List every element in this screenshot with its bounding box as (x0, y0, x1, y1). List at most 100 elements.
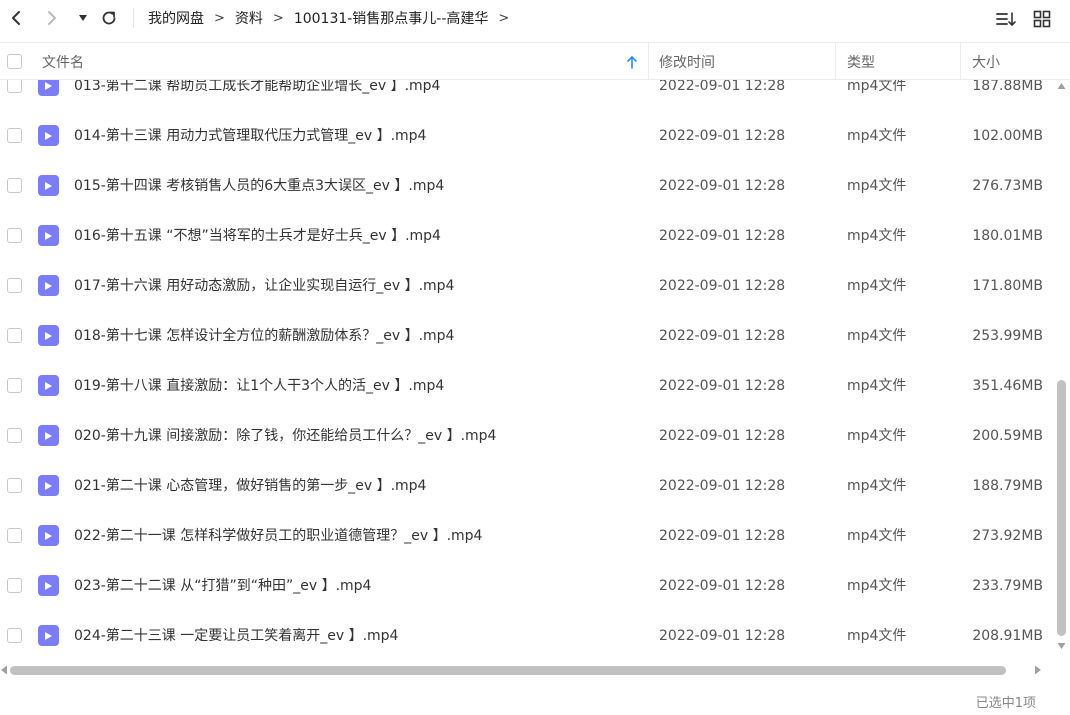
file-row[interactable]: 020-第十九课 间接激励：除了钱，你还能给员工什么？_ev 】.mp4 2022… (0, 411, 1056, 461)
video-file-icon (38, 625, 59, 646)
select-all-checkbox[interactable] (7, 54, 22, 69)
file-size: 208.91MB (972, 628, 1043, 644)
file-row[interactable]: 022-第二十一课 怎样科学做好员工的职业道德管理？_ev 】.mp4 2022-… (0, 511, 1056, 561)
forward-button[interactable] (41, 7, 63, 29)
file-modified: 2022-09-01 12:28 (659, 478, 786, 494)
file-modified: 2022-09-01 12:28 (659, 228, 786, 244)
back-button[interactable] (5, 7, 27, 29)
header-size-label: 大小 (972, 54, 1000, 71)
file-row[interactable]: 017-第十六课 用好动态激励，让企业实现自运行_ev 】.mp4 2022-09… (0, 261, 1056, 311)
header-type-label: 类型 (847, 54, 875, 71)
video-file-icon (38, 575, 59, 596)
row-checkbox[interactable] (7, 528, 22, 543)
file-name[interactable]: 019-第十八课 直接激励：让1个人干3个人的活_ev 】.mp4 (74, 361, 444, 411)
file-modified: 2022-09-01 12:28 (659, 528, 786, 544)
row-checkbox[interactable] (7, 278, 22, 293)
file-type: mp4文件 (847, 228, 907, 244)
row-checkbox[interactable] (7, 128, 22, 143)
file-modified: 2022-09-01 12:28 (659, 378, 786, 394)
header-size[interactable]: 大小 (972, 43, 1000, 80)
history-dropdown-button[interactable] (74, 7, 92, 29)
file-row[interactable]: 013-第十二课 帮助员工成长才能帮助企业增长_ev 】.mp4 2022-09-… (0, 80, 1056, 111)
file-name[interactable]: 014-第十三课 用动力式管理取代压力式管理_ev 】.mp4 (74, 111, 426, 161)
file-type: mp4文件 (847, 80, 907, 94)
file-type: mp4文件 (847, 128, 907, 144)
scroll-left-icon[interactable] (0, 665, 8, 675)
horizontal-scrollbar[interactable] (0, 662, 1054, 678)
file-modified: 2022-09-01 12:28 (659, 178, 786, 194)
column-divider[interactable] (960, 43, 961, 80)
breadcrumb-item-current[interactable]: 100131-销售那点事儿--高建华 (294, 8, 489, 28)
scroll-right-icon[interactable] (1034, 665, 1042, 675)
vertical-scroll-thumb[interactable] (1057, 380, 1066, 636)
file-type: mp4文件 (847, 178, 907, 194)
video-file-icon (38, 525, 59, 546)
file-type: mp4文件 (847, 478, 907, 494)
file-name[interactable]: 021-第二十课 心态管理，做好销售的第一步_ev 】.mp4 (74, 461, 426, 511)
column-divider[interactable] (835, 43, 836, 80)
file-modified: 2022-09-01 12:28 (659, 278, 786, 294)
breadcrumb-item-folder[interactable]: 资料 (235, 8, 263, 28)
row-checkbox[interactable] (7, 428, 22, 443)
file-row[interactable]: 023-第二十二课 从“打猎”到“种田”_ev 】.mp4 2022-09-01 … (0, 561, 1056, 611)
file-name[interactable]: 017-第十六课 用好动态激励，让企业实现自运行_ev 】.mp4 (74, 261, 454, 311)
file-size: 273.92MB (972, 528, 1043, 544)
row-checkbox[interactable] (7, 328, 22, 343)
selection-status: 已选中1项 (975, 696, 1036, 711)
file-type: mp4文件 (847, 578, 907, 594)
file-name[interactable]: 023-第二十二课 从“打猎”到“种田”_ev 】.mp4 (74, 561, 371, 611)
file-list: 013-第十二课 帮助员工成长才能帮助企业增长_ev 】.mp4 2022-09-… (0, 80, 1056, 660)
row-checkbox[interactable] (7, 628, 22, 643)
sort-button[interactable] (994, 7, 1018, 31)
caret-down-icon (79, 15, 87, 21)
file-row[interactable]: 021-第二十课 心态管理，做好销售的第一步_ev 】.mp4 2022-09-0… (0, 461, 1056, 511)
file-name[interactable]: 015-第十四课 考核销售人员的6大重点3大误区_ev 】.mp4 (74, 161, 444, 211)
column-header: 文件名 修改时间 类型 大小 (0, 42, 1070, 80)
file-name[interactable]: 024-第二十三课 一定要让员工笑着离开_ev 】.mp4 (74, 611, 398, 660)
row-checkbox[interactable] (7, 378, 22, 393)
top-toolbar: 我的网盘 > 资料 > 100131-销售那点事儿--高建华 > (0, 0, 1070, 38)
file-row[interactable]: 015-第十四课 考核销售人员的6大重点3大误区_ev 】.mp4 2022-09… (0, 161, 1056, 211)
file-type: mp4文件 (847, 428, 907, 444)
grid-view-button[interactable] (1030, 7, 1054, 31)
refresh-button[interactable] (98, 7, 120, 29)
column-divider[interactable] (648, 43, 649, 80)
file-modified: 2022-09-01 12:28 (659, 578, 786, 594)
chevron-left-icon (12, 11, 20, 25)
refresh-icon (102, 11, 116, 25)
file-row[interactable]: 014-第十三课 用动力式管理取代压力式管理_ev 】.mp4 2022-09-0… (0, 111, 1056, 161)
horizontal-scroll-thumb[interactable] (10, 666, 1006, 675)
vertical-scrollbar[interactable] (1054, 80, 1068, 660)
file-name[interactable]: 022-第二十一课 怎样科学做好员工的职业道德管理？_ev 】.mp4 (74, 511, 482, 561)
file-type: mp4文件 (847, 378, 907, 394)
header-type[interactable]: 类型 (847, 43, 875, 80)
file-size: 188.79MB (972, 478, 1043, 494)
breadcrumb-item-root[interactable]: 我的网盘 (148, 8, 204, 28)
row-checkbox[interactable] (7, 578, 22, 593)
header-modified[interactable]: 修改时间 (659, 43, 715, 80)
video-file-icon (38, 425, 59, 446)
file-type: mp4文件 (847, 278, 907, 294)
scroll-up-icon[interactable] (1057, 82, 1066, 90)
file-row[interactable]: 019-第十八课 直接激励：让1个人干3个人的活_ev 】.mp4 2022-09… (0, 361, 1056, 411)
file-name[interactable]: 020-第十九课 间接激励：除了钱，你还能给员工什么？_ev 】.mp4 (74, 411, 496, 461)
file-size: 102.00MB (972, 128, 1043, 144)
file-size: 200.59MB (972, 428, 1043, 444)
video-file-icon (38, 80, 59, 96)
file-modified: 2022-09-01 12:28 (659, 80, 786, 94)
file-row[interactable]: 018-第十七课 怎样设计全方位的薪酬激励体系？_ev 】.mp4 2022-09… (0, 311, 1056, 361)
breadcrumb-separator: > (272, 10, 284, 26)
video-file-icon (38, 175, 59, 196)
file-name[interactable]: 013-第十二课 帮助员工成长才能帮助企业增长_ev 】.mp4 (74, 80, 440, 111)
row-checkbox[interactable] (7, 228, 22, 243)
row-checkbox[interactable] (7, 478, 22, 493)
file-row[interactable]: 016-第十五课 “不想”当将军的士兵才是好士兵_ev 】.mp4 2022-09… (0, 211, 1056, 261)
header-name[interactable]: 文件名 (42, 43, 648, 80)
row-checkbox[interactable] (7, 80, 22, 93)
file-name[interactable]: 018-第十七课 怎样设计全方位的薪酬激励体系？_ev 】.mp4 (74, 311, 454, 361)
header-modified-label: 修改时间 (659, 54, 715, 71)
scroll-down-icon[interactable] (1057, 642, 1066, 650)
row-checkbox[interactable] (7, 178, 22, 193)
file-row[interactable]: 024-第二十三课 一定要让员工笑着离开_ev 】.mp4 2022-09-01 … (0, 611, 1056, 660)
file-name[interactable]: 016-第十五课 “不想”当将军的士兵才是好士兵_ev 】.mp4 (74, 211, 441, 261)
